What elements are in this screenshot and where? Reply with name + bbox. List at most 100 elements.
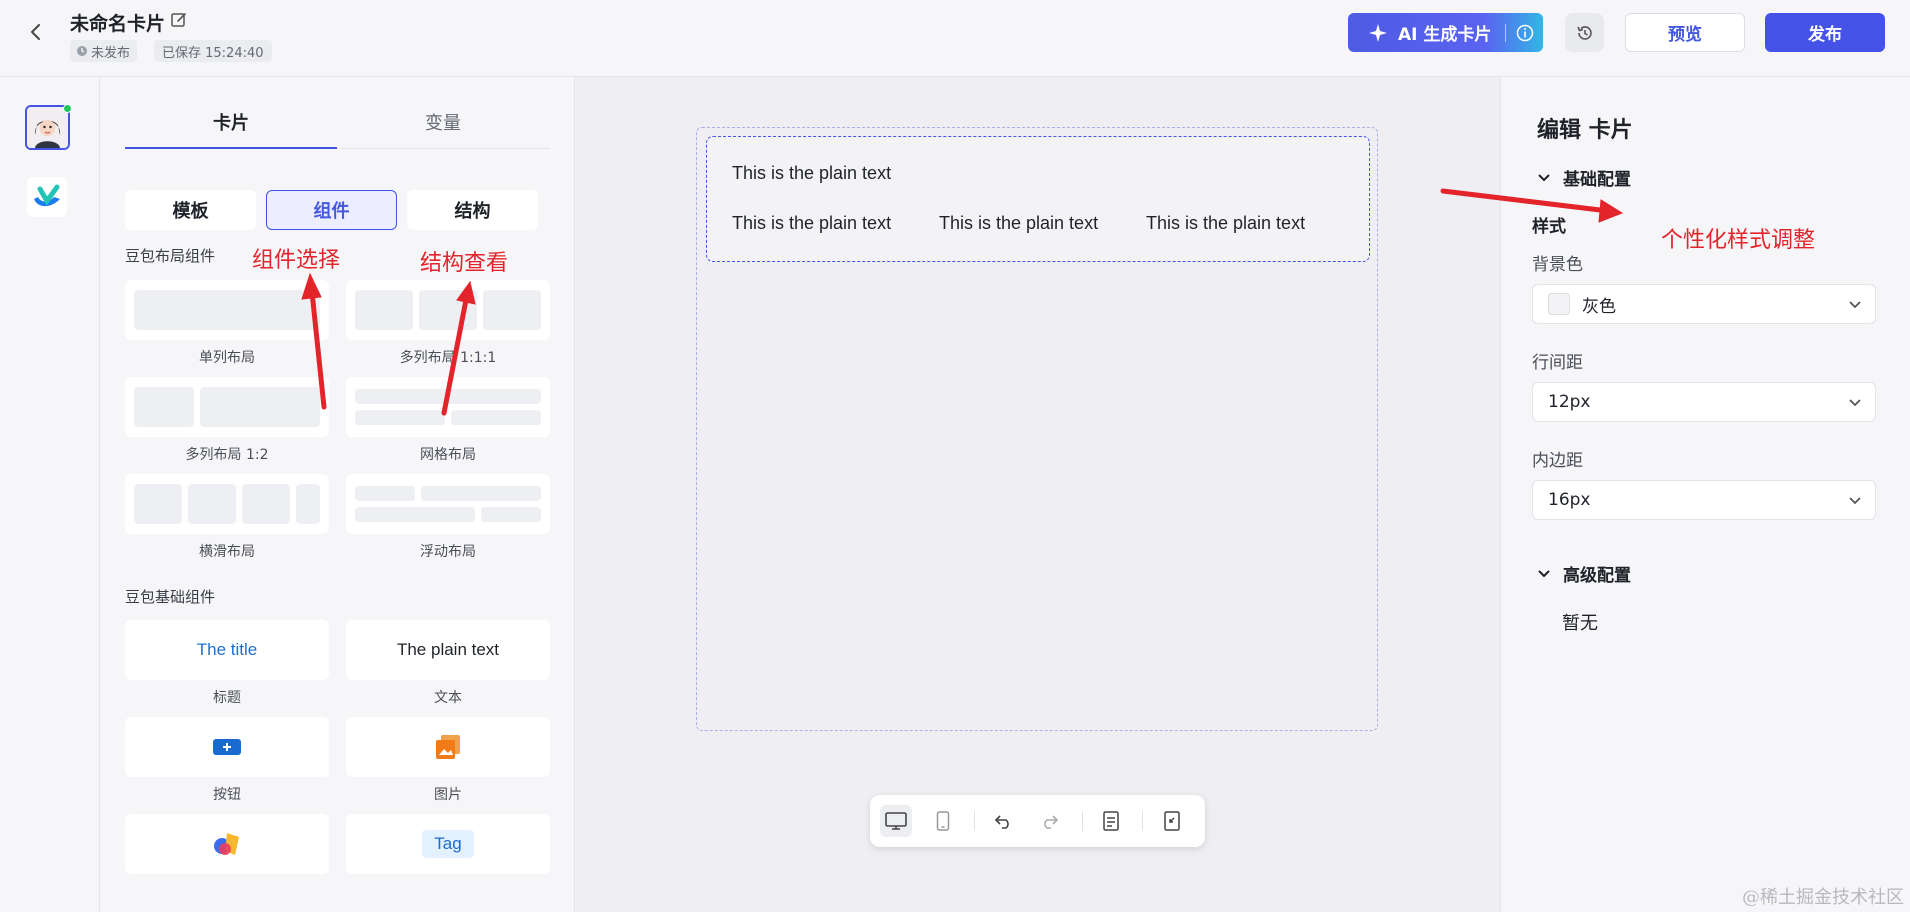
padding-select[interactable]: 16px (1532, 480, 1876, 520)
layout-one-two-tile[interactable] (125, 377, 329, 437)
layout-horizontal-scroll-label: 横滑布局 (199, 544, 255, 560)
title-component-label: 标题 (213, 690, 241, 706)
edit-title-icon[interactable] (170, 11, 188, 29)
tile-block (355, 507, 475, 522)
mobile-view-icon[interactable] (927, 805, 959, 837)
image-component-tile[interactable] (346, 717, 550, 777)
toolbar-divider (1142, 811, 1143, 831)
tile-block (242, 484, 290, 524)
line-spacing-select[interactable]: 12px (1532, 382, 1876, 422)
title-component-tile[interactable]: The title (125, 620, 329, 680)
layout-grid-label: 网格布局 (420, 447, 476, 463)
bg-color-select[interactable]: 灰色 (1532, 284, 1876, 324)
advanced-config-label: 高级配置 (1563, 566, 1631, 586)
top-bar: 未命名卡片 未发布 已保存 15:24:40 AI 生成卡片 预览 发布 (0, 0, 1910, 77)
bg-color-label: 背景色 (1532, 255, 1583, 275)
line-spacing-label: 行间距 (1532, 353, 1583, 373)
tile-block (134, 387, 194, 427)
tile-block (451, 410, 541, 425)
layout-single-column-tile[interactable] (125, 280, 329, 340)
padding-value: 16px (1548, 490, 1591, 510)
style-label: 样式 (1532, 217, 1566, 237)
bot-avatar[interactable] (25, 105, 70, 150)
line-spacing-value: 12px (1548, 392, 1591, 412)
tile-block (134, 290, 320, 330)
card-canvas: This is the plain text This is the plain… (575, 77, 1500, 912)
tab-card[interactable]: 卡片 (125, 107, 337, 149)
redo-icon[interactable] (1033, 805, 1065, 837)
tile-block (200, 387, 320, 427)
publish-button[interactable]: 发布 (1765, 13, 1885, 52)
card-preview[interactable]: This is the plain text This is the plain… (706, 136, 1370, 262)
preview-button[interactable]: 预览 (1625, 13, 1745, 52)
chevron-down-icon (1538, 173, 1550, 181)
publish-status-badge: 未发布 (70, 40, 138, 62)
clock-icon (77, 46, 87, 56)
desktop-view-icon[interactable] (880, 805, 912, 837)
undo-icon[interactable] (988, 805, 1020, 837)
layout-horizontal-scroll-tile[interactable] (125, 474, 329, 534)
basic-config-label: 基础配置 (1563, 170, 1631, 190)
padding-label: 内边距 (1532, 451, 1583, 471)
chevron-down-icon (1849, 301, 1861, 309)
card-title: 未命名卡片 (70, 13, 166, 35)
layout-section-label: 豆包布局组件 (125, 247, 216, 265)
doubao-logo-icon[interactable] (27, 177, 67, 217)
components-panel: 卡片 变量 模板 组件 结构 豆包布局组件 单列布局 多列布局 1:1:1 多列… (100, 77, 575, 912)
layout-one-two-label: 多列布局 1:2 (185, 447, 269, 463)
tile-block (355, 410, 445, 425)
saved-time-badge: 已保存 15:24:40 (154, 40, 272, 62)
layout-float-tile[interactable] (346, 474, 550, 534)
panel-tabs: 卡片 变量 (125, 107, 550, 149)
tile-block (483, 290, 541, 330)
tile-block (355, 486, 415, 501)
shapes-icon (214, 833, 239, 855)
toolbar-divider (974, 811, 975, 831)
layout-three-column-tile[interactable] (346, 280, 550, 340)
layout-float-label: 浮动布局 (420, 544, 476, 560)
advanced-config-header[interactable]: 高级配置 (1537, 561, 1631, 586)
sparkle-icon (1369, 23, 1387, 42)
canvas-toolbar (870, 795, 1205, 847)
tile-block (296, 484, 320, 524)
tile-block (481, 507, 541, 522)
tile-block (355, 389, 541, 404)
annotation-style-adjust: 个性化样式调整 (1661, 228, 1816, 253)
card-text-4[interactable]: This is the plain text (1146, 213, 1305, 234)
tile-block (134, 484, 182, 524)
tag-preview: Tag (422, 830, 474, 858)
text-component-label: 文本 (434, 690, 462, 706)
chevron-down-icon (1849, 399, 1861, 407)
left-rail (0, 77, 100, 912)
history-icon (1576, 25, 1592, 40)
button-component-tile[interactable] (125, 717, 329, 777)
card-text-1[interactable]: This is the plain text (732, 163, 891, 184)
history-button[interactable] (1565, 13, 1604, 52)
tile-block (188, 484, 236, 524)
tab-variables[interactable]: 变量 (337, 107, 549, 149)
card-text-3[interactable]: This is the plain text (939, 213, 1098, 234)
ai-generate-label: AI 生成卡片 (1398, 25, 1492, 45)
title-preview: The title (196, 640, 258, 659)
chevron-down-icon (1849, 497, 1861, 505)
tag-component-tile[interactable]: Tag (346, 814, 550, 874)
color-swatch (1548, 293, 1570, 315)
info-icon[interactable] (1516, 24, 1534, 42)
document-icon[interactable] (1095, 805, 1127, 837)
segment-structure[interactable]: 结构 (407, 190, 538, 230)
layout-single-column-label: 单列布局 (199, 350, 255, 366)
annotation-structure-view: 结构查看 (420, 251, 509, 276)
import-icon[interactable] (1156, 805, 1188, 837)
watermark: @稀土掘金技术社区 (1742, 887, 1904, 908)
card-text-2[interactable]: This is the plain text (732, 213, 891, 234)
shape-component-tile[interactable] (125, 814, 329, 874)
layout-grid-tile[interactable] (346, 377, 550, 437)
properties-panel: 编辑 卡片 基础配置 样式 背景色 灰色 行间距 12px 内边距 16px 高… (1500, 77, 1910, 912)
text-component-tile[interactable]: The plain text (346, 620, 550, 680)
back-icon[interactable] (22, 18, 50, 46)
bg-color-value: 灰色 (1582, 296, 1616, 317)
segment-templates[interactable]: 模板 (125, 190, 256, 230)
basic-config-header[interactable]: 基础配置 (1537, 165, 1631, 190)
ai-generate-button[interactable]: AI 生成卡片 (1348, 13, 1543, 52)
segment-components[interactable]: 组件 (266, 190, 397, 230)
